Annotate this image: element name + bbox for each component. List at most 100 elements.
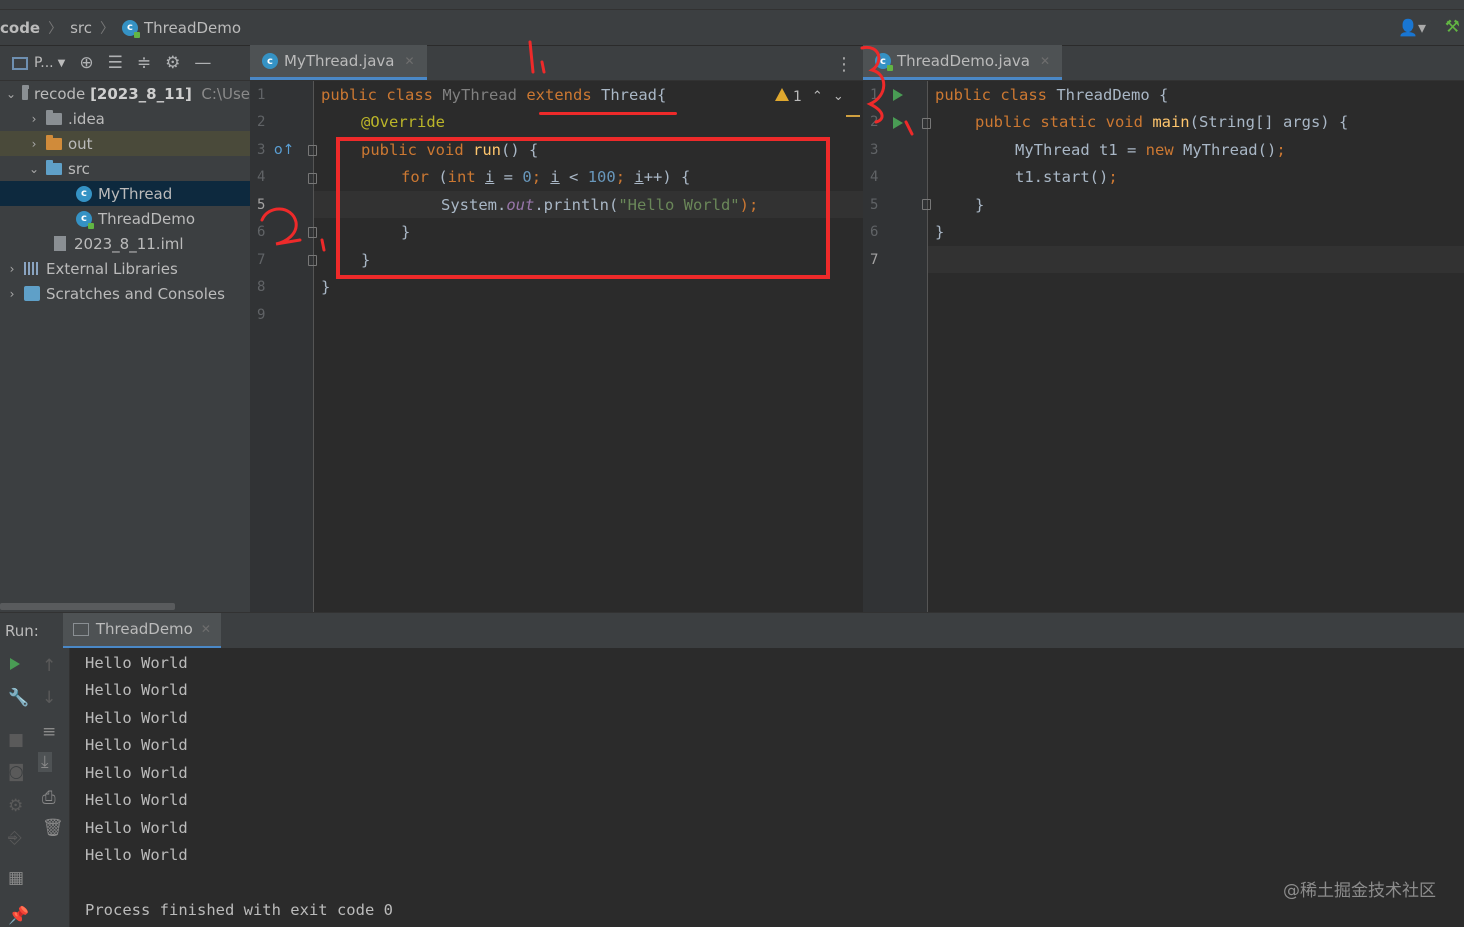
tab-threaddemo-java[interactable]: c ThreadDemo.java ✕ xyxy=(863,45,1063,80)
tree-item-idea[interactable]: › .idea xyxy=(0,106,250,131)
tree-item-mythread[interactable]: c MyThread xyxy=(0,181,250,206)
warning-count: 1 xyxy=(793,89,802,105)
print-icon[interactable]: ⎙ xyxy=(42,788,56,808)
soft-wrap-icon[interactable]: ≡ xyxy=(42,722,56,742)
tree-item-iml[interactable]: 2023_8_11.iml xyxy=(0,231,250,256)
camera-icon[interactable]: ◙ xyxy=(8,762,25,782)
layout-icon[interactable]: ▦ xyxy=(8,868,24,888)
code-token: } xyxy=(321,278,331,296)
code-token: } xyxy=(935,223,945,241)
tree-item-out[interactable]: › out xyxy=(0,131,250,156)
excluded-folder-icon xyxy=(46,134,62,150)
breadcrumb-root[interactable]: code xyxy=(0,19,40,37)
fold-marker-icon[interactable] xyxy=(308,255,317,266)
console-line: Hello World xyxy=(85,764,188,782)
breadcrumb-file[interactable]: c ThreadDemo xyxy=(122,18,242,38)
expand-all-icon[interactable]: ☰ xyxy=(108,53,123,73)
locate-icon[interactable]: ⊕ xyxy=(79,53,93,73)
collapse-all-icon[interactable]: ≑ xyxy=(137,53,151,73)
fold-marker-icon[interactable] xyxy=(308,227,317,238)
dropdown-arrow-icon[interactable]: ▼ xyxy=(58,58,66,69)
close-icon[interactable]: ✕ xyxy=(201,622,211,636)
line-number: 7 xyxy=(257,252,266,268)
fold-marker-icon[interactable] xyxy=(308,173,317,184)
build-hammer-icon[interactable]: ⚒ xyxy=(1445,17,1460,37)
code-token: extends xyxy=(526,86,592,104)
chevron-right-icon: 〉 xyxy=(48,20,63,37)
arrow-down-icon[interactable]: ↓ xyxy=(42,688,56,708)
breadcrumb-file-label: ThreadDemo xyxy=(144,18,242,37)
console-line: Hello World xyxy=(85,846,188,864)
arrow-up-icon[interactable]: ↑ xyxy=(42,656,56,676)
stop-icon[interactable]: ■ xyxy=(8,730,24,750)
wrench-icon[interactable]: 🔧 xyxy=(8,688,29,708)
fold-marker-icon[interactable] xyxy=(308,145,317,156)
fold-marker-icon[interactable] xyxy=(922,118,931,129)
tree-item-label: .idea xyxy=(68,109,105,128)
user-icon[interactable]: 👤▾ xyxy=(1398,18,1426,37)
chevron-right-icon[interactable]: › xyxy=(28,137,40,151)
code-line-4: t1.start(); xyxy=(1015,164,1118,191)
override-method-icon[interactable]: o↑ xyxy=(274,142,294,158)
project-folder-icon xyxy=(22,84,30,100)
run-tab-threaddemo[interactable]: ThreadDemo ✕ xyxy=(62,612,221,649)
chevron-right-icon[interactable]: › xyxy=(6,287,18,301)
tree-item-threaddemo[interactable]: c ThreadDemo xyxy=(0,206,250,231)
library-icon xyxy=(24,262,40,275)
folder-icon xyxy=(46,109,62,125)
more-options-icon[interactable]: ⋮ xyxy=(835,54,853,75)
project-name: recode xyxy=(34,84,86,103)
scratches-icon xyxy=(24,286,40,301)
next-highlight-icon[interactable]: ⌄ xyxy=(833,89,844,104)
line-number: 5 xyxy=(870,197,879,213)
pin-icon[interactable]: 📌 xyxy=(8,906,29,926)
console-output[interactable]: Hello World Hello World Hello World Hell… xyxy=(70,648,1464,927)
tree-item-scratches[interactable]: › Scratches and Consoles xyxy=(0,281,250,306)
close-icon[interactable]: ✕ xyxy=(404,54,414,68)
horizontal-scrollbar[interactable] xyxy=(0,603,175,610)
tree-item-external-libraries[interactable]: › External Libraries xyxy=(0,256,250,281)
previous-highlight-icon[interactable]: ⌃ xyxy=(812,89,823,104)
close-icon[interactable]: ✕ xyxy=(1040,54,1050,68)
hide-icon[interactable]: — xyxy=(194,53,211,73)
settings-icon[interactable]: ⚙ xyxy=(8,796,23,816)
current-line-highlight xyxy=(928,246,1464,273)
code-token: MyThread() xyxy=(1182,141,1277,159)
line-number: 9 xyxy=(257,307,266,323)
inspection-widget[interactable]: 1 ⌃ ⌄ xyxy=(775,88,844,105)
chevron-right-icon[interactable]: › xyxy=(28,112,40,126)
code-token: public xyxy=(321,86,387,104)
code-token: } xyxy=(975,196,985,214)
line-number: 3 xyxy=(870,142,879,158)
highlight-box-annotation xyxy=(336,137,830,279)
scroll-to-end-icon[interactable]: ⤓ xyxy=(38,752,52,772)
tab-mythread-java[interactable]: c MyThread.java ✕ xyxy=(250,45,427,80)
run-class-icon[interactable] xyxy=(893,89,903,101)
right-editor[interactable]: 1 2 3 4 5 6 7 public class ThreadDemo { … xyxy=(863,81,1464,612)
chevron-down-icon[interactable]: ⌄ xyxy=(6,87,16,101)
breadcrumb-src[interactable]: src xyxy=(70,19,92,37)
project-view-icon[interactable] xyxy=(12,56,28,70)
console-line: Hello World xyxy=(85,791,188,809)
tree-item-project-root[interactable]: ⌄ recode [2023_8_11] C:\Use xyxy=(0,81,250,106)
chevron-right-icon[interactable]: › xyxy=(6,262,18,276)
project-view-selector[interactable]: P... xyxy=(34,55,54,71)
tree-item-src[interactable]: ⌄ src xyxy=(0,156,250,181)
chevron-down-icon[interactable]: ⌄ xyxy=(28,162,40,176)
gear-icon[interactable]: ⚙ xyxy=(165,53,180,73)
rerun-icon[interactable] xyxy=(10,658,20,670)
code-token: @Override xyxy=(361,113,445,131)
run-main-icon[interactable] xyxy=(893,117,903,129)
line-number: 2 xyxy=(257,114,266,130)
runnable-class-icon: c xyxy=(875,53,893,71)
warning-indicator[interactable]: 1 xyxy=(775,88,802,105)
trash-icon[interactable]: 🗑 xyxy=(42,818,64,838)
fold-marker-icon[interactable] xyxy=(922,199,931,210)
exit-icon[interactable]: ⎆ xyxy=(8,828,22,848)
class-icon: c xyxy=(76,185,92,202)
line-number: 6 xyxy=(870,224,879,240)
run-tab-label: ThreadDemo xyxy=(95,620,193,638)
tree-item-label: External Libraries xyxy=(46,259,178,278)
class-icon: c xyxy=(262,53,278,69)
tree-item-label: Scratches and Consoles xyxy=(46,284,225,303)
